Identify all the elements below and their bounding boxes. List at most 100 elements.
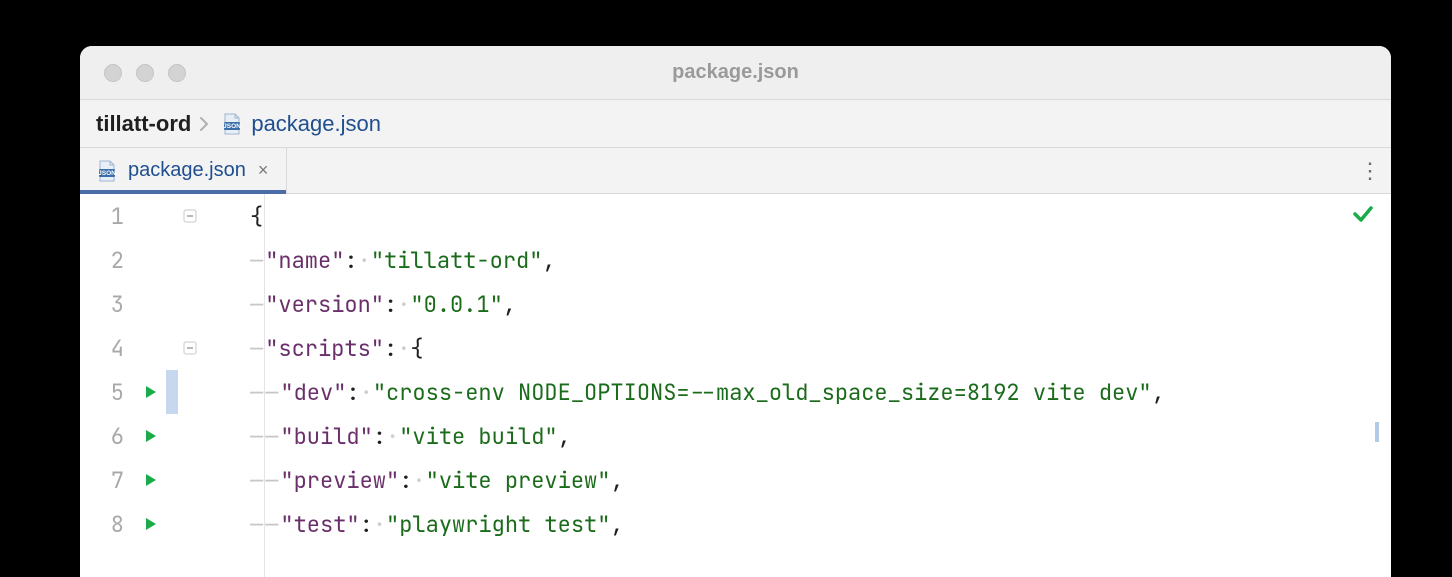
selection-marker <box>166 414 178 458</box>
breadcrumb-file[interactable]: JSON package.json <box>219 111 381 137</box>
json-key: "build" <box>280 422 372 451</box>
comma: , <box>542 246 555 275</box>
selection-marker <box>166 370 178 414</box>
indent-guide-glyph: — <box>265 378 278 407</box>
fold-toggle[interactable] <box>178 340 202 356</box>
indent-guide-glyph: — <box>250 422 263 451</box>
json-key: "dev" <box>280 378 346 407</box>
analysis-ok-icon[interactable] <box>1351 202 1375 233</box>
editor-window: package.json tillatt-ord JSON package.js… <box>80 46 1391 577</box>
gutter-row: 4 <box>80 326 244 370</box>
comma: , <box>558 422 571 451</box>
line-number: 7 <box>80 466 136 495</box>
colon: : <box>384 290 397 319</box>
line-number: 4 <box>80 334 136 363</box>
svg-text:JSON: JSON <box>98 170 116 177</box>
gutter-row: 6 <box>80 414 244 458</box>
minimize-window-button[interactable] <box>136 64 154 82</box>
colon: : <box>384 334 397 363</box>
run-script-button[interactable] <box>136 428 166 444</box>
code-area[interactable]: { —"name":·"tillatt-ord", —"version":·"0… <box>244 194 1391 577</box>
run-script-button[interactable] <box>136 516 166 532</box>
window-title: package.json <box>80 61 1391 84</box>
gutter-row: 3 <box>80 282 244 326</box>
comma: , <box>503 290 516 319</box>
json-string: "vite preview" <box>426 466 611 495</box>
json-string: "vite build" <box>399 422 557 451</box>
json-file-icon: JSON <box>94 161 120 181</box>
json-string: "cross-env NODE_OPTIONS=--max_old_space_… <box>373 378 1152 407</box>
zoom-window-button[interactable] <box>168 64 186 82</box>
whitespace-dot: · <box>397 334 410 363</box>
comma: , <box>1152 378 1165 407</box>
comma: , <box>610 466 623 495</box>
line-number: 1 <box>80 202 136 231</box>
tab-bar: JSON package.json × ⋮ <box>80 148 1391 194</box>
whitespace-dot: · <box>373 510 386 539</box>
scrollbar-marker <box>1375 422 1379 442</box>
indent-guide-glyph: — <box>250 466 263 495</box>
tab-package-json[interactable]: JSON package.json × <box>80 148 287 193</box>
breadcrumb-root[interactable]: tillatt-ord <box>96 111 191 137</box>
breadcrumb-file-label: package.json <box>251 111 381 137</box>
colon: : <box>373 422 386 451</box>
gutter-row: 7 <box>80 458 244 502</box>
selection-marker <box>166 194 178 238</box>
json-string: "playwright test" <box>386 510 610 539</box>
brace-open: { <box>410 334 423 363</box>
fold-toggle[interactable] <box>178 208 202 224</box>
run-script-button[interactable] <box>136 472 166 488</box>
indent-guide-glyph: — <box>250 246 263 275</box>
svg-text:JSON: JSON <box>223 123 241 130</box>
code-line: ——"build":·"vite build", <box>250 414 1391 458</box>
run-script-button[interactable] <box>136 384 166 400</box>
indent-guide-glyph: — <box>265 510 278 539</box>
line-number: 2 <box>80 246 136 275</box>
json-key: "scripts" <box>265 334 384 363</box>
breadcrumb: tillatt-ord JSON package.json <box>80 100 1391 148</box>
json-key: "preview" <box>280 466 399 495</box>
selection-marker <box>166 458 178 502</box>
whitespace-dot: · <box>386 422 399 451</box>
editor[interactable]: 1 2 3 4 <box>80 194 1391 577</box>
code-line: —"scripts":·{ <box>250 326 1391 370</box>
whitespace-dot: · <box>412 466 425 495</box>
tab-close-button[interactable]: × <box>254 160 273 181</box>
traffic-lights <box>80 64 186 82</box>
colon: : <box>344 246 357 275</box>
code-line: —"name":·"tillatt-ord", <box>250 238 1391 282</box>
titlebar: package.json <box>80 46 1391 100</box>
indent-guide-glyph: — <box>250 510 263 539</box>
json-string: "tillatt-ord" <box>371 246 543 275</box>
json-file-icon: JSON <box>219 114 245 134</box>
json-key: "test" <box>280 510 359 539</box>
selection-marker <box>166 326 178 370</box>
indent-guide-glyph: — <box>265 466 278 495</box>
indent-guide-glyph: — <box>265 422 278 451</box>
colon: : <box>399 466 412 495</box>
selection-marker <box>166 238 178 282</box>
json-string: "0.0.1" <box>410 290 502 319</box>
chevron-right-icon <box>199 116 211 132</box>
code-line: —"version":·"0.0.1", <box>250 282 1391 326</box>
line-number: 5 <box>80 378 136 407</box>
gutter-row: 5 <box>80 370 244 414</box>
indent-guide-glyph: — <box>250 378 263 407</box>
line-number: 3 <box>80 290 136 319</box>
code-line: ——"preview":·"vite preview", <box>250 458 1391 502</box>
brace-open: { <box>250 202 263 231</box>
tab-label: package.json <box>128 159 246 182</box>
code-line: ——"test":·"playwright test", <box>250 502 1391 546</box>
json-key: "name" <box>265 246 344 275</box>
colon: : <box>346 378 359 407</box>
line-number: 8 <box>80 510 136 539</box>
colon: : <box>360 510 373 539</box>
close-window-button[interactable] <box>104 64 122 82</box>
indent-guide-glyph: — <box>250 334 263 363</box>
selection-marker <box>166 282 178 326</box>
whitespace-dot: · <box>360 378 373 407</box>
code-line: ——"dev":·"cross-env NODE_OPTIONS=--max_o… <box>250 370 1391 414</box>
selection-marker <box>166 502 178 546</box>
tab-overflow-menu[interactable]: ⋮ <box>1349 148 1391 193</box>
comma: , <box>610 510 623 539</box>
